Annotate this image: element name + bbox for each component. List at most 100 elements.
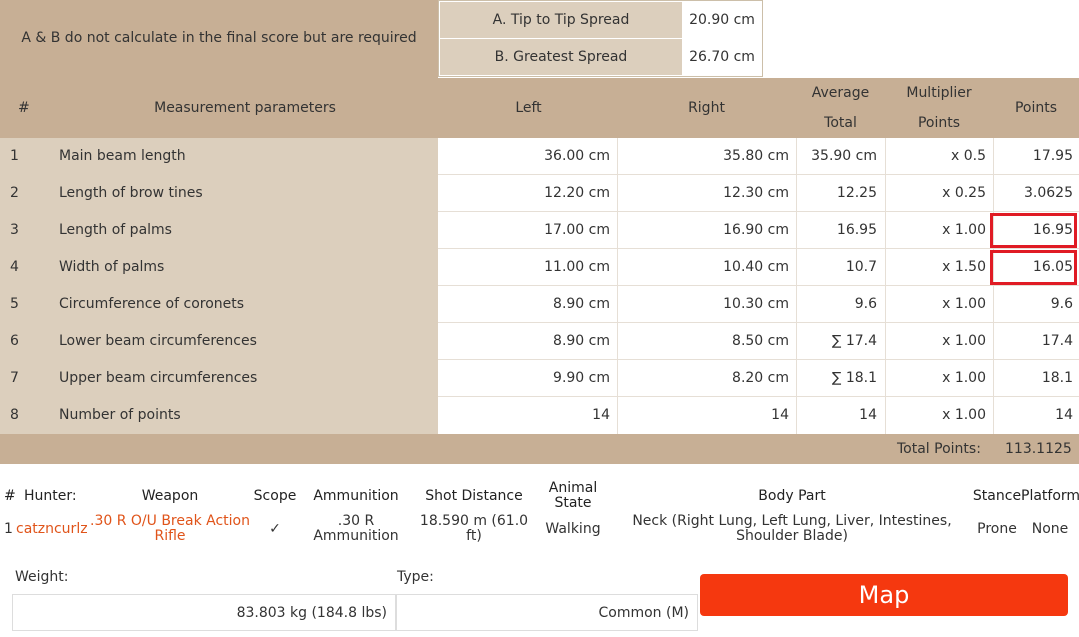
row-left: 36.00 cm bbox=[438, 138, 610, 174]
hunter-header-animal-state: Animal State bbox=[540, 481, 606, 511]
hunter-header-distance: Shot Distance bbox=[425, 488, 523, 504]
row-points: 14 bbox=[1055, 407, 1073, 423]
hunter-header-weapon: Weapon bbox=[141, 488, 199, 504]
row-average: ∑ 17.4 bbox=[831, 333, 877, 349]
row-param: Length of brow tines bbox=[59, 185, 203, 201]
table-row: 1 Main beam length 36.00 cm 35.80 cm 35.… bbox=[0, 138, 1079, 175]
row-right: 8.20 cm bbox=[732, 370, 789, 386]
row-left: 8.90 cm bbox=[438, 286, 610, 322]
table-row: 7 Upper beam circumferences 9.90 cm 8.20… bbox=[0, 360, 1079, 397]
row-num: 4 bbox=[10, 259, 19, 275]
weapon-name: .30 R O/U Break Action Rifle bbox=[88, 514, 252, 544]
header-average: Average bbox=[811, 85, 870, 101]
row-num: 3 bbox=[10, 222, 19, 238]
greatest-spread-value: 26.70 cm bbox=[683, 39, 761, 75]
row-divider bbox=[438, 322, 1079, 323]
header-total: Total bbox=[824, 115, 857, 131]
row-multiplier: x 1.00 bbox=[942, 296, 986, 312]
body-part-value: Neck (Right Lung, Left Lung, Liver, Inte… bbox=[620, 514, 964, 544]
header-num: # bbox=[18, 100, 30, 116]
shot-distance-value: 18.590 m (61.0 ft) bbox=[414, 514, 534, 544]
distance-line2: ft) bbox=[466, 528, 482, 544]
row-num: 5 bbox=[10, 296, 19, 312]
animal-state-value: Walking bbox=[545, 521, 601, 537]
greatest-spread-label: B. Greatest Spread bbox=[440, 39, 682, 75]
row-multiplier: x 1.00 bbox=[942, 222, 986, 238]
row-left: 11.00 cm bbox=[438, 249, 610, 285]
spread-note: A & B do not calculate in the final scor… bbox=[21, 30, 417, 46]
row-left: 9.90 cm bbox=[438, 360, 610, 396]
header-param: Measurement parameters bbox=[154, 100, 336, 116]
row-right: 16.90 cm bbox=[723, 222, 789, 238]
row-points: 9.6 bbox=[1050, 296, 1073, 312]
ammo-line2: Ammunition bbox=[313, 528, 399, 544]
total-points-value: 113.1125 bbox=[1005, 441, 1072, 457]
row-divider bbox=[438, 211, 1079, 212]
row-param: Length of palms bbox=[59, 222, 172, 238]
hunter-header-hunter: Hunter: bbox=[24, 488, 77, 504]
weight-value: 83.803 kg (184.8 lbs) bbox=[236, 605, 387, 621]
header-multiplier: Multiplier bbox=[906, 85, 972, 101]
hunter-header-body-part: Body Part bbox=[758, 488, 826, 504]
row-average: 9.6 bbox=[854, 296, 877, 312]
weapon-line2: Rifle bbox=[154, 528, 186, 544]
scope-check-icon: ✓ bbox=[269, 521, 281, 537]
hunter-header-scope: Scope bbox=[253, 488, 297, 504]
total-points-label: Total Points: bbox=[897, 441, 981, 457]
hunter-row-num: 1 bbox=[4, 521, 13, 537]
row-divider bbox=[438, 248, 1079, 249]
column-divider bbox=[885, 138, 886, 434]
row-param: Upper beam circumferences bbox=[59, 370, 258, 386]
weight-field: 83.803 kg (184.8 lbs) bbox=[12, 594, 396, 631]
row-multiplier: x 1.00 bbox=[942, 333, 986, 349]
hunter-header-stance: Stance bbox=[972, 488, 1022, 504]
table-row: 4 Width of palms 11.00 cm 10.40 cm 10.7 … bbox=[0, 249, 1079, 286]
row-multiplier: x 0.25 bbox=[942, 185, 986, 201]
weapon-line1: .30 R O/U Break Action bbox=[90, 513, 250, 529]
hunter-name-link[interactable]: catzncurlz bbox=[16, 521, 88, 537]
tip-to-tip-value: 20.90 cm bbox=[683, 2, 761, 38]
row-left: 17.00 cm bbox=[438, 212, 610, 248]
row-multiplier: x 1.00 bbox=[942, 407, 986, 423]
row-points: 17.95 bbox=[1032, 148, 1073, 164]
row-average: ∑ 18.1 bbox=[831, 370, 877, 386]
row-divider bbox=[438, 359, 1079, 360]
column-divider bbox=[617, 138, 618, 434]
highlight-box-palm-width bbox=[990, 250, 1077, 285]
column-divider bbox=[796, 138, 797, 434]
row-points: 3.0625 bbox=[1024, 185, 1073, 201]
row-right: 35.80 cm bbox=[723, 148, 789, 164]
row-multiplier: x 1.50 bbox=[942, 259, 986, 275]
row-num: 7 bbox=[10, 370, 19, 386]
weight-label: Weight: bbox=[15, 569, 69, 585]
row-param: Width of palms bbox=[59, 259, 165, 275]
row-right: 10.30 cm bbox=[723, 296, 789, 312]
table-row: 6 Lower beam circumferences 8.90 cm 8.50… bbox=[0, 323, 1079, 360]
row-right: 10.40 cm bbox=[723, 259, 789, 275]
row-num: 2 bbox=[10, 185, 19, 201]
row-param: Lower beam circumferences bbox=[59, 333, 257, 349]
row-param: Number of points bbox=[59, 407, 181, 423]
tip-to-tip-label: A. Tip to Tip Spread bbox=[440, 2, 682, 38]
header-left: Left bbox=[515, 100, 542, 116]
header-points: Points bbox=[1014, 100, 1058, 116]
type-label: Type: bbox=[397, 569, 434, 585]
row-points: 17.4 bbox=[1041, 333, 1073, 349]
row-average: 14 bbox=[859, 407, 877, 423]
row-points: 18.1 bbox=[1041, 370, 1073, 386]
row-right: 12.30 cm bbox=[723, 185, 789, 201]
hunter-header-platform: Platform bbox=[1021, 488, 1079, 504]
highlight-box-palm-length bbox=[990, 213, 1077, 248]
animal-header-line1: Animal bbox=[548, 480, 598, 496]
table-row: 8 Number of points 14 14 14 x 1.00 14 bbox=[0, 397, 1079, 434]
row-left: 8.90 cm bbox=[438, 323, 610, 359]
row-average: 16.95 bbox=[836, 222, 877, 238]
hunter-header-ammunition: Ammunition bbox=[313, 488, 399, 504]
row-left: 12.20 cm bbox=[438, 175, 610, 211]
stance-value: Prone bbox=[977, 521, 1017, 537]
row-divider bbox=[438, 174, 1079, 175]
row-num: 8 bbox=[10, 407, 19, 423]
map-button[interactable]: Map bbox=[700, 574, 1068, 616]
animal-header-line2: State bbox=[554, 495, 592, 511]
row-num: 6 bbox=[10, 333, 19, 349]
